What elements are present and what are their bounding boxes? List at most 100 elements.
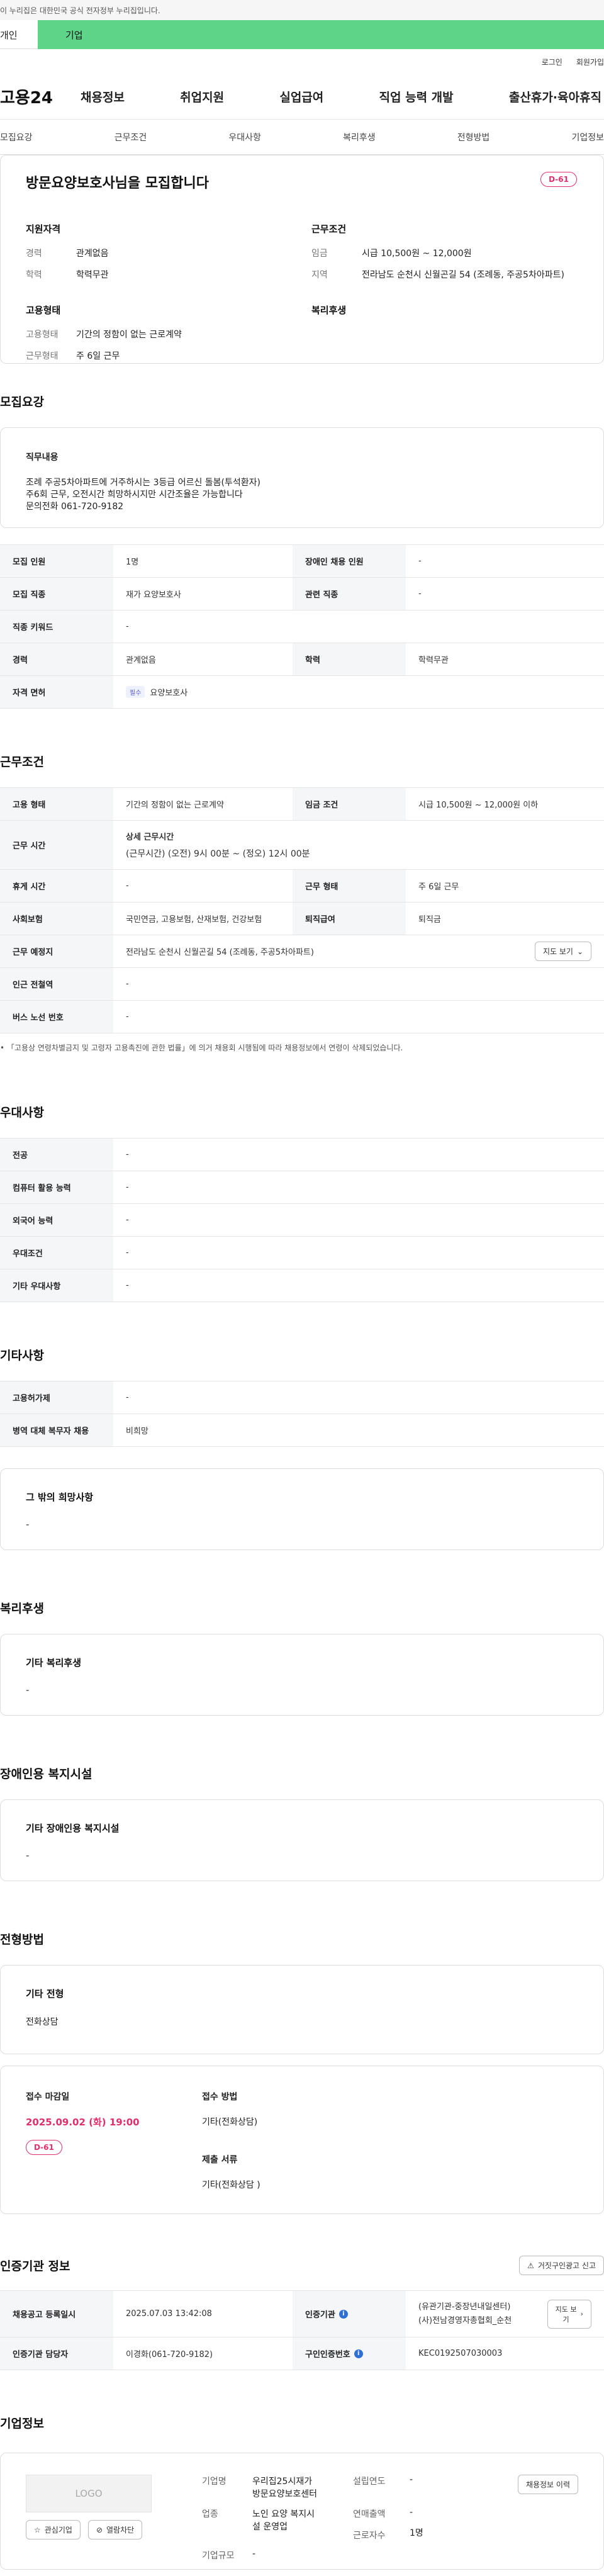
info-icon[interactable]: i [338,2309,348,2319]
tab-individual[interactable]: 개인 [0,20,38,49]
map-view-button[interactable]: 지도 보기 ⌄ [534,942,591,961]
cert-map-button[interactable]: 지도 보기 › [547,2299,591,2329]
etc-section: 기타사항 고용허가제 - 병역 대체 복무자 채용 비희망 그 밖의 희망사항 - [0,1346,604,1550]
education-value: 학력무관 [418,656,449,665]
founded-year-value: - [410,2475,413,2485]
region-label: 지역 [311,270,328,280]
preference-cond-label: 우대조건 [0,1237,113,1269]
anchor-tab-preferences[interactable]: 우대사항 [228,131,261,143]
table-row: 모집 인원 1명 장애인 채용 인원 - [0,545,604,578]
report-fake-ad-button[interactable]: ⚠ 거짓구인광고 신고 [519,2256,604,2275]
table-row: 고용허가제 - [0,1381,604,1414]
welfare-block: 복리후생 [311,303,578,371]
dday-badge: D-61 [540,172,577,187]
anchor-tab-screening[interactable]: 전형방법 [457,131,490,143]
company-section-title: 기업정보 [0,2417,44,2431]
anchor-tab-company[interactable]: 기업정보 [571,131,604,143]
recruit-history-button[interactable]: 채용정보 이력 [517,2475,578,2494]
anchor-tab-welfare[interactable]: 복리후생 [343,131,376,143]
application-box: 접수 마감일 2025.09.02 (화) 19:00 D-61 접수 방법 기… [0,2066,604,2214]
retirement-value: 퇴직금 [418,915,441,925]
qual-career-value: 관계없음 [76,249,109,259]
gov-banner-text: 이 누리집은 대한민국 공식 전자정부 누리집입니다. [0,6,160,15]
tab-company[interactable]: 기업 [38,20,604,49]
bus-value: - [126,1012,129,1021]
welfare-section: 복리후생 기타 복리후생 - [0,1599,604,1716]
info-icon[interactable]: i [354,2349,363,2358]
chevron-down-icon: ⌄ [576,947,583,956]
method-label: 접수 방법 [202,2092,238,2102]
method-value: 기타(전화상담) [202,2117,258,2127]
insurance-value: 국민연금, 고용보험, 산재보험, 건강보험 [126,915,262,925]
work-section: 근무조건 고용 형태 기간의 정함이 없는 근로계약 임금 조건 시급 10,5… [0,753,604,1053]
method-block: 접수 방법 기타(전화상담) 제출 서류 기타(전화상담 ) [202,2090,260,2190]
cert-section: 인증기관 정보 ⚠ 거짓구인광고 신고 채용공고 등록일시 2025.07.03 … [0,2256,604,2370]
qual-edu-value: 학력무관 [76,270,109,280]
station-label: 인근 전철역 [0,968,113,1000]
station-value: - [126,979,129,989]
anchor-tab-work-conditions[interactable]: 근무조건 [115,131,147,143]
table-row: 병역 대체 복무자 채용 비희망 [0,1414,604,1447]
emp-type-value: 기간의 정함이 없는 근로계약 [126,801,224,810]
career-label: 경력 [0,643,113,675]
work-section-title: 근무조건 [0,755,44,769]
other-wishes-value: - [26,1519,30,1530]
table-row: 고용 형태 기간의 정함이 없는 근로계약 임금 조건 시급 10,500원 ~… [0,788,604,821]
headcount-label: 모집 인원 [0,545,113,577]
required-badge: 필수 [126,686,145,698]
site-logo[interactable]: 고용24 [0,85,81,108]
block-view-button[interactable]: ⊘ 열람차단 [87,2520,143,2539]
gov-banner: 이 누리집은 대한민국 공식 전자정부 누리집입니다. [0,0,604,20]
job-type-value: 재가 요양보호사 [126,590,181,600]
favorite-company-label: 관심기업 [44,2526,72,2534]
education-label: 학력 [293,643,406,675]
gnb-item-parental-leave[interactable]: 출산휴가·육아휴직 [509,88,601,105]
table-row: 외국어 능력 - [0,1204,604,1237]
preference-table: 전공 - 컴퓨터 활용 능력 - 외국어 능력 - 우대조건 - 기타 우대사항 - [0,1138,604,1302]
welfare-section-title: 복리후생 [0,1602,44,1616]
anchor-tab-recruit[interactable]: 모집요강 [0,131,33,143]
gnb-item-vocational-training[interactable]: 직업 능력 개발 [379,88,454,105]
table-row: 근무 시간 상세 근무시간 (근무시간) (오전) 9시 00분 ~ (정오) … [0,821,604,870]
qualification-title: 지원자격 [26,223,61,235]
company-box: LOGO ☆ 관심기업 ⊘ 열람차단 기업명 우리집25시재가 방문요양보호센터 설립… [0,2453,604,2570]
age-note: • 「고용상 연령차별금지 및 고령자 고용촉진에 관한 법률」에 의거 채용회… [0,1043,403,1052]
table-row: 모집 직종 재가 요양보호사 관련 직종 - [0,578,604,610]
company-name-label: 기업명 [202,2477,226,2487]
etc-table: 고용허가제 - 병역 대체 복무자 채용 비희망 [0,1381,604,1447]
wage-cond-label: 임금 조건 [293,788,406,820]
cert-org-value-1: (유관기관-중장년내일센터) [418,2302,511,2312]
welfare-title: 복리후생 [311,305,347,316]
gnb-item-unemployment-benefit[interactable]: 실업급여 [279,88,323,105]
signup-link[interactable]: 회원가입 [576,57,604,74]
disabled-hire-value: - [418,556,422,566]
map-view-button-label: 지도 보기 [542,947,573,956]
disabled-facility-title: 장애인용 복지시설 [0,1767,92,1781]
language-label: 외국어 능력 [0,1204,113,1236]
industry-line-1: 노인 요양 복지시 [252,2509,315,2519]
license-value: 요양보호사 [150,689,188,698]
anchor-tabs: 모집요강 근무조건 우대사항 복리후생 전형방법 기업정보 [0,120,604,155]
work-time-title: 상세 근무시간 [126,833,174,842]
login-link[interactable]: 로그인 [542,57,562,74]
other-preference-value: - [126,1281,129,1290]
gnb-item-employment-support[interactable]: 취업지원 [180,88,224,105]
permit-label: 고용허가제 [0,1381,113,1414]
table-row: 채용공고 등록일시 2025.07.03 13:42:08 인증기관 i (유관기… [0,2291,604,2337]
job-desc-line-3: 문의전화 061-720-9182 [26,502,124,512]
screening-box: 기타 전형 전화상담 [0,1965,604,2054]
job-desc-line-2: 주6회 근무, 오전시간 희망하시지만 시간조율은 가능합니다 [26,490,243,500]
emp-type-label: 고용 형태 [0,788,113,820]
other-preference-label: 기타 우대사항 [0,1269,113,1302]
career-value: 관계없음 [126,656,156,665]
computer-skill-value: - [126,1183,129,1192]
favorite-company-button[interactable]: ☆ 관심기업 [26,2520,81,2539]
block-view-label: 열람차단 [106,2526,135,2534]
disabled-facility-box: 기타 장애인용 복지시설 - [0,1799,604,1881]
wage-cond-value: 시급 10,500원 ~ 12,000원 이하 [418,801,539,810]
disabled-facility-box-title: 기타 장애인용 복지시설 [26,1823,120,1834]
deadline-dday-badge: D-61 [26,2140,62,2155]
employment-type-title: 고용형태 [26,305,61,316]
company-logo: LOGO [26,2475,152,2512]
gnb-item-jobs[interactable]: 채용정보 [81,88,125,105]
